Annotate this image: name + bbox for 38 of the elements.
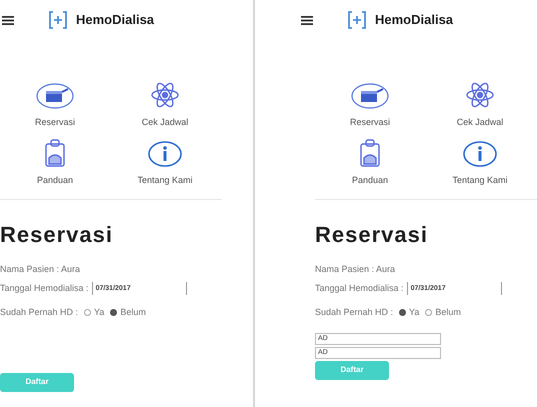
radio-button[interactable]: [84, 309, 92, 316]
menu-link[interactable]: Cek Jadwal: [456, 116, 504, 130]
menu-icon[interactable]: [2, 16, 14, 24]
calendar-icon: [35, 82, 75, 110]
field-label: Sudah Pernah HD :: [0, 306, 78, 319]
menu-link[interactable]: Panduan: [36, 174, 74, 187]
clipboard-icon: [43, 138, 67, 168]
clipboard-icon: [358, 138, 382, 168]
atom-icon: [465, 80, 495, 110]
option-label: Ya: [409, 306, 420, 319]
option-label: Belum: [120, 306, 146, 319]
info-icon: [462, 140, 498, 168]
radio-button[interactable]: [425, 309, 432, 316]
menu-link[interactable]: Tentang Kami: [452, 174, 508, 187]
app-name: HemoDialisa: [375, 11, 454, 30]
atom-icon: [150, 80, 180, 110]
field-label: Sudah Pernah HD :: [315, 306, 394, 319]
option-label: Belum: [435, 306, 461, 319]
patient-name: Nama Pasien : Aura: [315, 263, 396, 276]
menu-icon[interactable]: [301, 16, 313, 24]
logo-icon: [347, 10, 367, 30]
page-title: Reservasi: [0, 221, 114, 249]
patient-name: Nama Pasien : Aura: [0, 263, 80, 276]
page-title: Reservasi: [315, 221, 429, 249]
radio-button[interactable]: [399, 309, 406, 316]
menu-link[interactable]: Cek Jadwal: [142, 116, 188, 130]
radio-button[interactable]: [110, 309, 118, 316]
field-label: Tanggal Hemodialisa :: [315, 282, 404, 295]
logo-icon: [48, 10, 68, 30]
menu-link[interactable]: Reservasi: [34, 116, 75, 130]
field-label: Tanggal Hemodialisa :: [0, 282, 89, 295]
menu-link[interactable]: Tentang Kami: [137, 174, 193, 187]
menu-link[interactable]: Reservasi: [350, 116, 390, 130]
menu-link[interactable]: Panduan: [352, 174, 388, 187]
app-name: HemoDialisa: [76, 11, 154, 30]
calendar-icon: [350, 82, 390, 110]
option-label: Ya: [94, 306, 104, 319]
info-icon: [147, 140, 183, 168]
